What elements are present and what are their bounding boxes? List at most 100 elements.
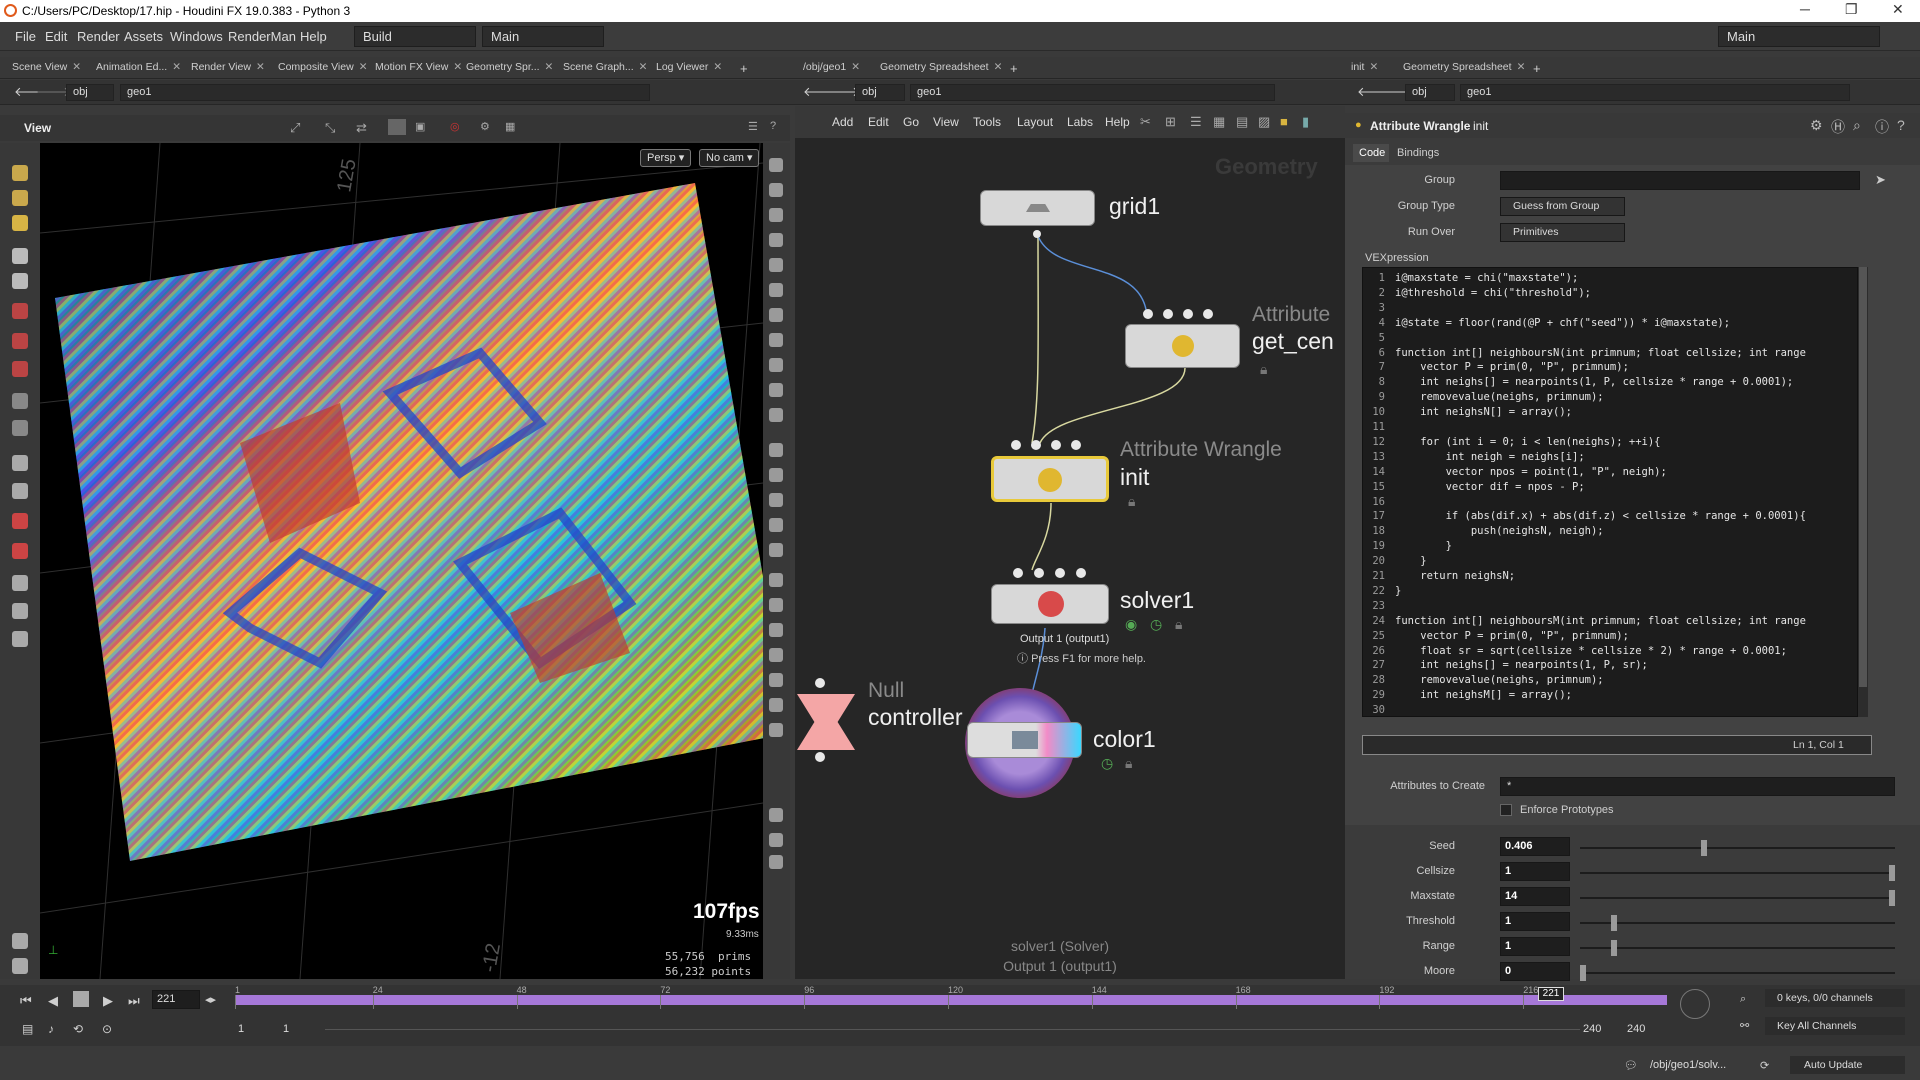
menu-edit[interactable]: Edit [45,29,67,44]
handle-tool-icon[interactable] [12,165,28,181]
tab-geometry-spreadsheet-right[interactable]: Geometry Spreadsheet ✕ [1403,61,1525,73]
code-line[interactable]: vector npos = point(1, "P", neigh); [1395,466,1667,478]
path-obj-button[interactable]: obj [66,84,114,101]
param-value-field[interactable]: 0.406 [1500,837,1570,856]
auto-key-icon[interactable] [1680,989,1710,1019]
code-line[interactable]: if (abs(dif.x) + abs(dif.z) < cellsize *… [1395,510,1806,522]
tab-obj-geo1[interactable]: /obj/geo1 ✕ [803,61,860,73]
code-line[interactable]: function int[] neighboursN(int primnum; … [1395,347,1806,359]
add-tab-icon[interactable]: + [1010,61,1018,76]
code-scrollbar[interactable] [1858,267,1868,717]
scene-viewport[interactable]: 125 -12 Persp ▾ No cam ▾ 107fps 9.33ms 5… [40,143,763,979]
slider-knob[interactable] [1700,840,1707,856]
code-line[interactable]: int neighsN[] = array(); [1395,406,1572,418]
render-icon[interactable] [12,575,28,591]
minimize-button[interactable]: ─ [1800,1,1810,17]
list-view-icon[interactable]: ☰ [1190,114,1202,130]
code-line[interactable]: int neighs[] = nearpoints(1, P, cellsize… [1395,376,1793,388]
node-output-port[interactable] [1033,230,1041,238]
playback-start[interactable]: 1 [283,1023,289,1035]
range-end[interactable]: 240 [1627,1023,1645,1035]
code-line[interactable]: vector dif = npos - P; [1395,481,1585,493]
node-input-port[interactable] [1143,309,1153,319]
path-geo1-button[interactable]: geo1 [120,84,650,101]
display-option-icon[interactable] [769,855,783,869]
group-type-dropdown[interactable]: Guess from Group [1500,197,1625,216]
network-editor[interactable]: Geometry grid1 Attribute get_cen 🔒︎ Attr… [795,138,1345,979]
attr-create-field[interactable]: * [1500,777,1895,796]
snap-icon[interactable]: ⇄ [356,120,367,136]
display-option-icon[interactable] [769,183,783,197]
param-value-field[interactable]: 1 [1500,862,1570,881]
display-option-icon[interactable] [769,648,783,662]
wire-tool-icon[interactable]: ✂ [1140,114,1151,130]
param-value-field[interactable]: 1 [1500,912,1570,931]
net-menu-layout[interactable]: Layout [1017,115,1053,129]
display-option-icon[interactable] [769,543,783,557]
close-display-icon[interactable] [769,233,783,247]
code-line[interactable]: i@state = floor(rand(@P + chf("seed")) *… [1395,317,1730,329]
menu-assets[interactable]: Assets [124,29,163,44]
param-slider[interactable] [1580,865,1895,881]
tab-geometry-spreadsheet[interactable]: Geometry Spr... ✕ [466,61,553,73]
tab-code[interactable]: Code [1353,144,1389,162]
info-icon[interactable] [769,808,783,822]
menu-help[interactable]: Help [300,29,327,44]
jump-end-icon[interactable]: ⏭ [128,993,140,1009]
param-value-field[interactable]: 0 [1500,962,1570,981]
display-mode-icon[interactable] [388,119,406,135]
chat-icon[interactable]: 💬︎ [1624,1059,1638,1072]
range-slider[interactable] [325,1029,1580,1030]
close-button[interactable]: ✕ [1892,1,1904,18]
auto-update-dropdown[interactable]: Auto Update [1790,1056,1905,1074]
tab-log-viewer[interactable]: Log Viewer ✕ [656,61,722,73]
select-tool-icon[interactable]: ⤢ [290,120,300,136]
net-menu-labs[interactable]: Labs [1067,115,1093,129]
param-slider[interactable] [1580,915,1895,931]
code-line[interactable]: for (int i = 0; i < len(neighs); ++i){ [1395,436,1660,448]
keys-channels-field[interactable]: 0 keys, 0/0 channels [1765,989,1905,1007]
add-tab-icon[interactable]: + [740,61,748,76]
lock-camera-icon[interactable] [769,208,783,222]
display-option-icon[interactable] [769,518,783,532]
magnet2-icon[interactable] [12,543,28,559]
light-icon[interactable] [769,308,783,322]
refresh-icon[interactable]: ⟳ [1760,1059,1769,1072]
vex-code-editor[interactable]: 1 i@maxstate = chi("maxstate"); 2 i@thresho… [1362,267,1858,717]
code-line[interactable]: int neighs[] = nearpoints(1, P, sr); [1395,659,1648,671]
node-input-port[interactable] [1051,440,1061,450]
range-start[interactable]: 1 [238,1023,244,1035]
display-option-icon[interactable] [769,383,783,397]
code-line[interactable]: removevalue(neighs, primnum); [1395,391,1603,403]
snap-tool-icon[interactable] [12,483,28,499]
code-line[interactable]: } [1395,585,1401,597]
slider-knob[interactable] [1889,890,1895,906]
current-frame-field[interactable]: 221 [152,990,200,1009]
tab-scene-graph[interactable]: Scene Graph... ✕ [563,61,647,73]
node-input-port[interactable] [1071,440,1081,450]
tab-bindings[interactable]: Bindings [1397,147,1439,159]
light-tool-icon[interactable] [12,933,28,949]
display-option-icon[interactable] [769,598,783,612]
tab-init[interactable]: init ✕ [1351,61,1378,73]
display-option-icon[interactable] [769,698,783,712]
display-option-icon[interactable] [769,623,783,637]
node-input-port[interactable] [1055,568,1065,578]
step-back-icon[interactable]: ◀ [48,993,58,1009]
code-line[interactable]: float sr = sqrt(cellsize * cellsize * 2)… [1395,645,1787,657]
point-display-icon[interactable] [769,443,783,457]
node-input-port[interactable] [1034,568,1044,578]
grid-view-icon[interactable]: ▦ [1213,114,1225,130]
get-cen-wrangle-node[interactable] [1125,324,1240,368]
lock-icon[interactable]: 🔒︎ [1260,361,1267,378]
tab-render-view[interactable]: Render View ✕ [191,61,265,73]
grid1-node[interactable] [980,190,1095,226]
channel-icon[interactable]: ⚯ [1740,1019,1749,1032]
code-line[interactable]: } [1395,540,1452,552]
pose-tool-icon[interactable] [12,190,28,206]
pivot-icon[interactable] [12,393,28,409]
keys-icon[interactable]: ⌕ [1740,993,1746,1006]
solver1-node[interactable] [991,584,1109,624]
persp-dropdown[interactable]: Persp ▾ [640,149,692,167]
current-frame-marker[interactable]: 221 [1538,987,1564,1001]
